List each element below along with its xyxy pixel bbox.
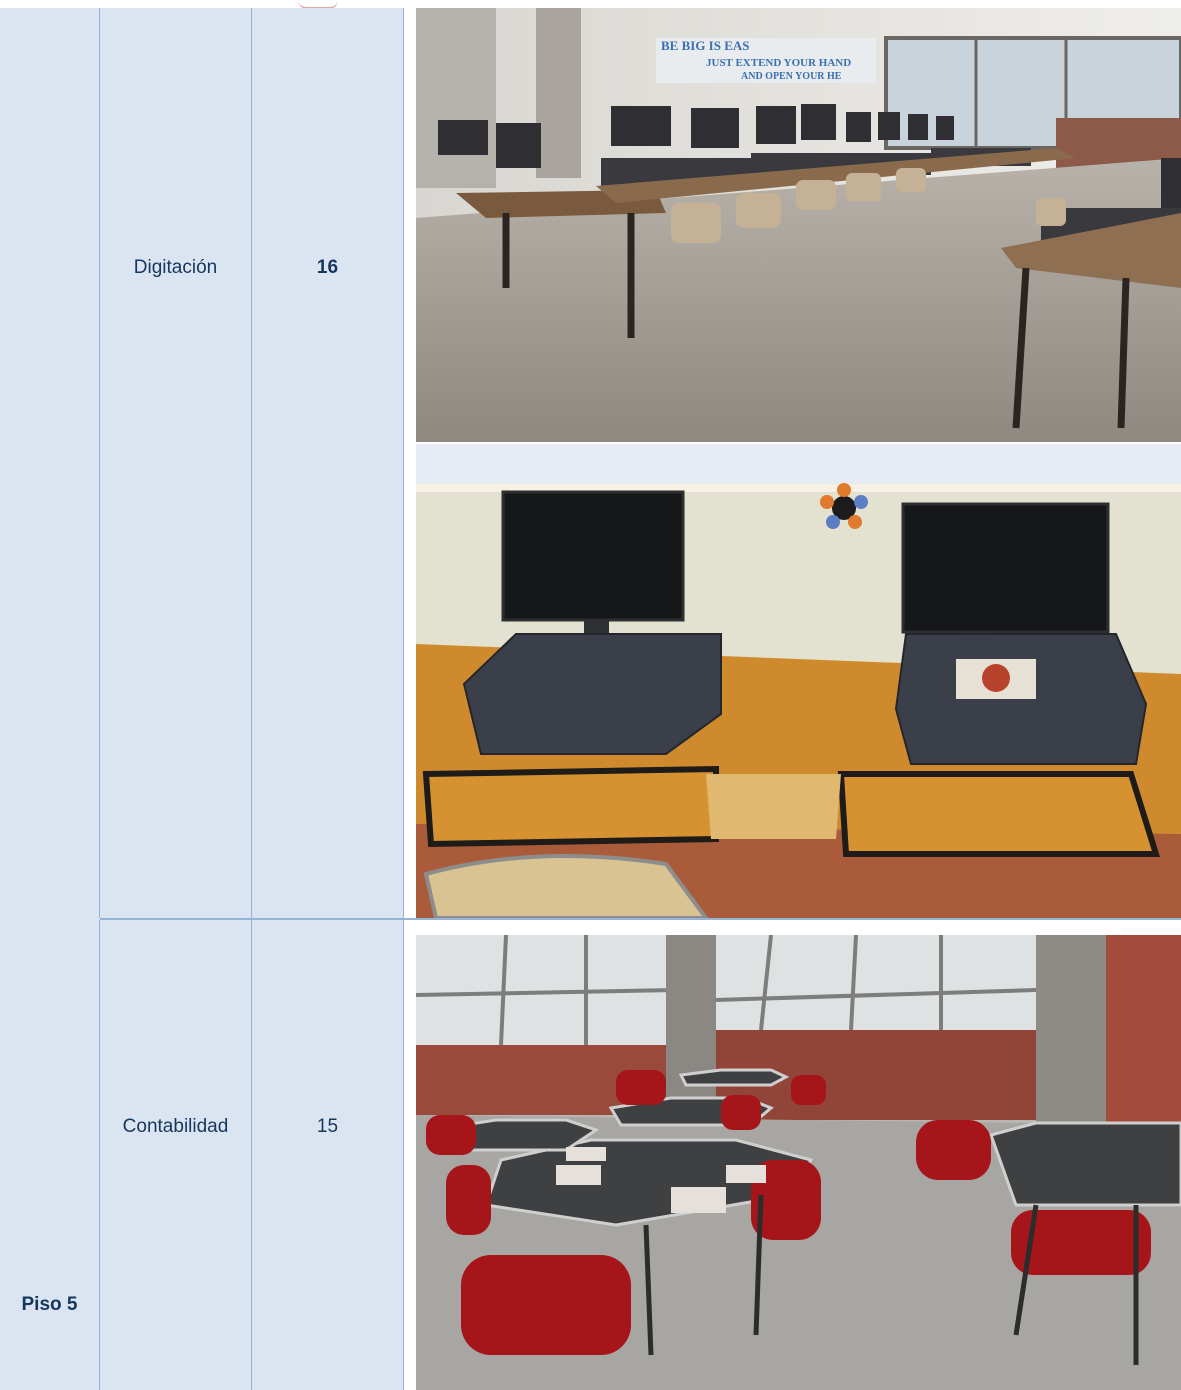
computer-lab-photo: BE BIG IS EAS JUST EXTEND YOUR HAND AND …	[416, 8, 1181, 442]
room-cell-digitacion-cont	[100, 528, 252, 918]
floor-cell-row1	[0, 8, 100, 918]
room-cell-contabilidad: Contabilidad	[100, 920, 252, 1390]
lab-banner-text: AND OPEN YOUR HE	[741, 71, 842, 82]
page-top	[0, 0, 1181, 8]
row-divider	[100, 918, 1181, 920]
floor-cell-row2: Piso 5	[0, 920, 100, 1390]
count-cell-digitacion-cont	[252, 528, 404, 918]
room-count: 15	[316, 1116, 339, 1137]
count-cell-digitacion: 16	[252, 8, 404, 528]
document-page: Piso 5 Digitación Contabilidad 16 15 BE …	[0, 0, 1181, 1390]
lab-banner-text: JUST EXTEND YOUR HAND	[706, 57, 851, 69]
room-name: Digitación	[133, 257, 218, 278]
floor-label: Piso 5	[21, 1294, 78, 1315]
room-cell-digitacion: Digitación	[100, 8, 252, 528]
room-count: 16	[316, 257, 339, 278]
lab-banner-text: BE BIG IS EAS	[661, 38, 750, 53]
room-name: Contabilidad	[122, 1116, 229, 1137]
count-cell-contabilidad: 15	[252, 920, 404, 1390]
desktop-computers-photo	[416, 444, 1181, 918]
row-divider	[0, 918, 100, 920]
classroom-tables-chairs-photo	[416, 935, 1181, 1390]
